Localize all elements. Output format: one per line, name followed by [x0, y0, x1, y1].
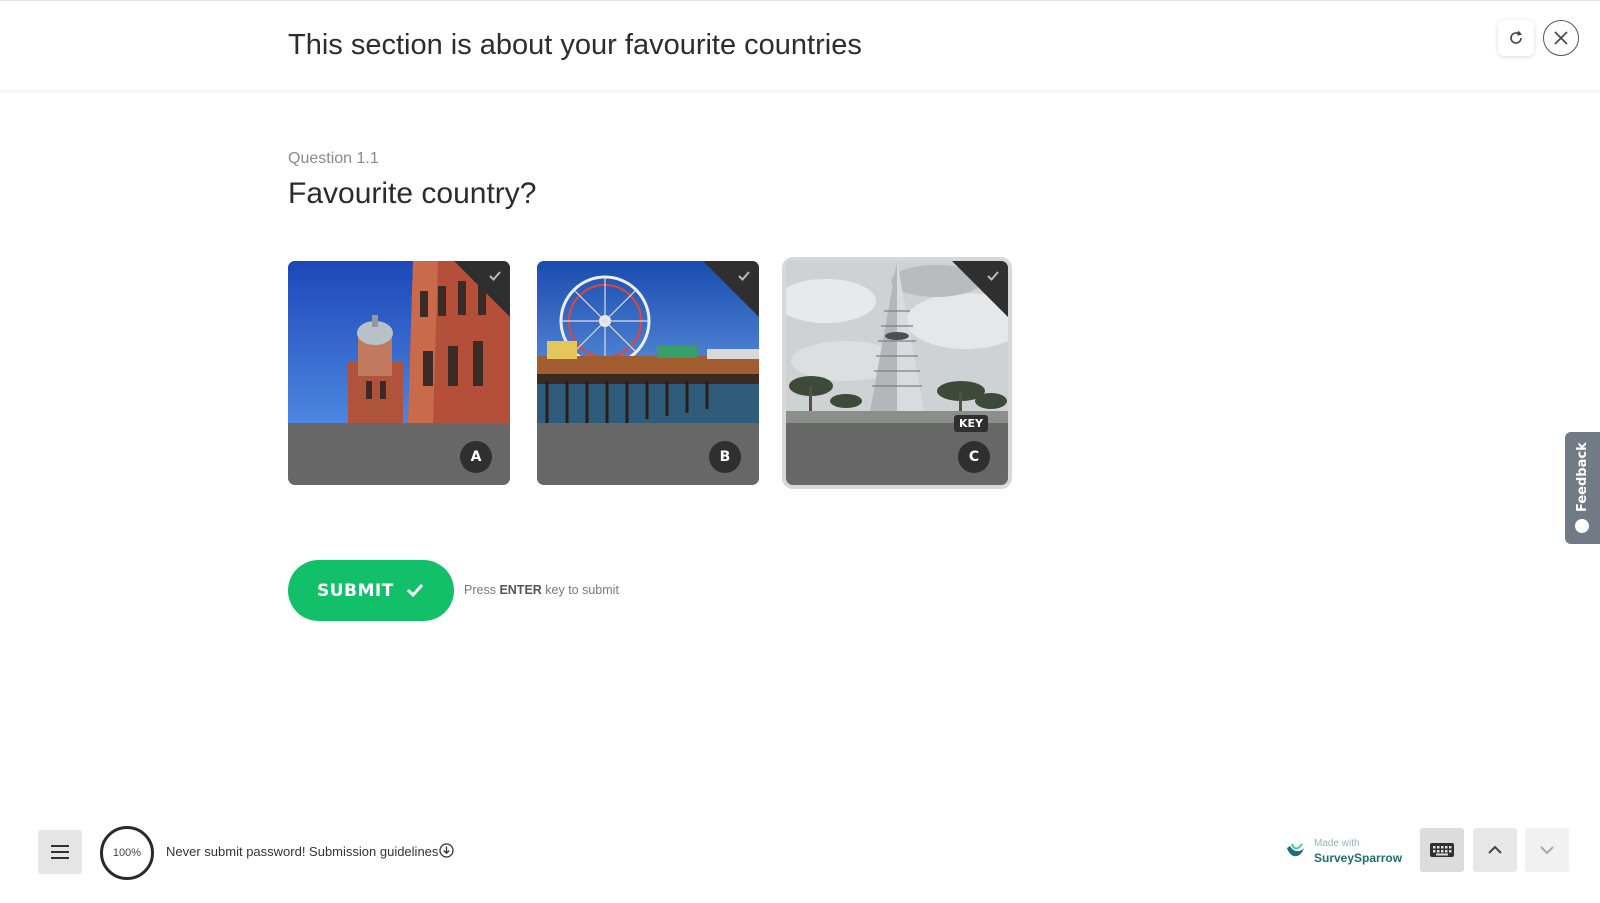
enter-hint-key: ENTER: [499, 583, 542, 597]
brand-made-with: Made with: [1314, 838, 1360, 849]
chevron-up-icon: [1488, 845, 1502, 854]
keyboard-icon: [1430, 843, 1454, 857]
survey-page: This section is about your favourite cou…: [0, 0, 1600, 903]
question-title: Favourite country?: [288, 177, 537, 210]
choice-b-letter: B: [709, 441, 741, 473]
choice-a-letter: A: [460, 441, 492, 473]
info-download-icon[interactable]: [439, 843, 454, 858]
refresh-icon: [1510, 30, 1522, 44]
close-button[interactable]: [1543, 20, 1579, 56]
feedback-smile-icon: [1575, 519, 1589, 533]
previous-question-button[interactable]: [1473, 828, 1517, 872]
enter-hint-prefix: Press: [464, 583, 500, 597]
choice-c[interactable]: KEY C: [786, 261, 1008, 485]
surveysparrow-brand-link[interactable]: Made with SurveySparrow: [1284, 838, 1403, 868]
surveysparrow-logo-icon: [1287, 843, 1304, 857]
check-icon: [987, 271, 999, 281]
key-hint-badge: KEY: [953, 415, 988, 432]
question-number: Question 1.1: [288, 150, 379, 167]
choice-c-letter: C: [958, 441, 990, 473]
close-icon: [1554, 31, 1568, 45]
menu-icon: [51, 845, 69, 859]
menu-button[interactable]: [38, 830, 82, 874]
section-header: This section is about your favourite cou…: [0, 0, 1600, 90]
check-icon: [489, 271, 501, 281]
feedback-label: Feedback: [1575, 442, 1590, 512]
enter-hint-suffix: key to submit: [541, 583, 619, 597]
submit-label: SUBMIT: [317, 580, 394, 601]
brand-name: SurveySparrow: [1314, 851, 1403, 865]
keyboard-button[interactable]: [1420, 828, 1464, 872]
choice-b[interactable]: B: [537, 261, 759, 485]
progress-indicator: 100%: [100, 826, 154, 880]
check-icon: [738, 271, 750, 281]
section-title: This section is about your favourite cou…: [288, 29, 862, 61]
feedback-tab[interactable]: Feedback: [1565, 432, 1600, 544]
choice-a[interactable]: A: [288, 261, 510, 485]
chevron-down-icon: [1540, 846, 1554, 855]
submission-guidelines-link[interactable]: Never submit password! Submission guidel…: [166, 844, 438, 859]
enter-hint: Press ENTER key to submit: [464, 583, 619, 597]
submit-button[interactable]: SUBMIT: [288, 560, 454, 621]
next-question-button[interactable]: [1525, 828, 1569, 872]
check-icon: [406, 583, 424, 598]
refresh-button[interactable]: [1498, 20, 1534, 56]
